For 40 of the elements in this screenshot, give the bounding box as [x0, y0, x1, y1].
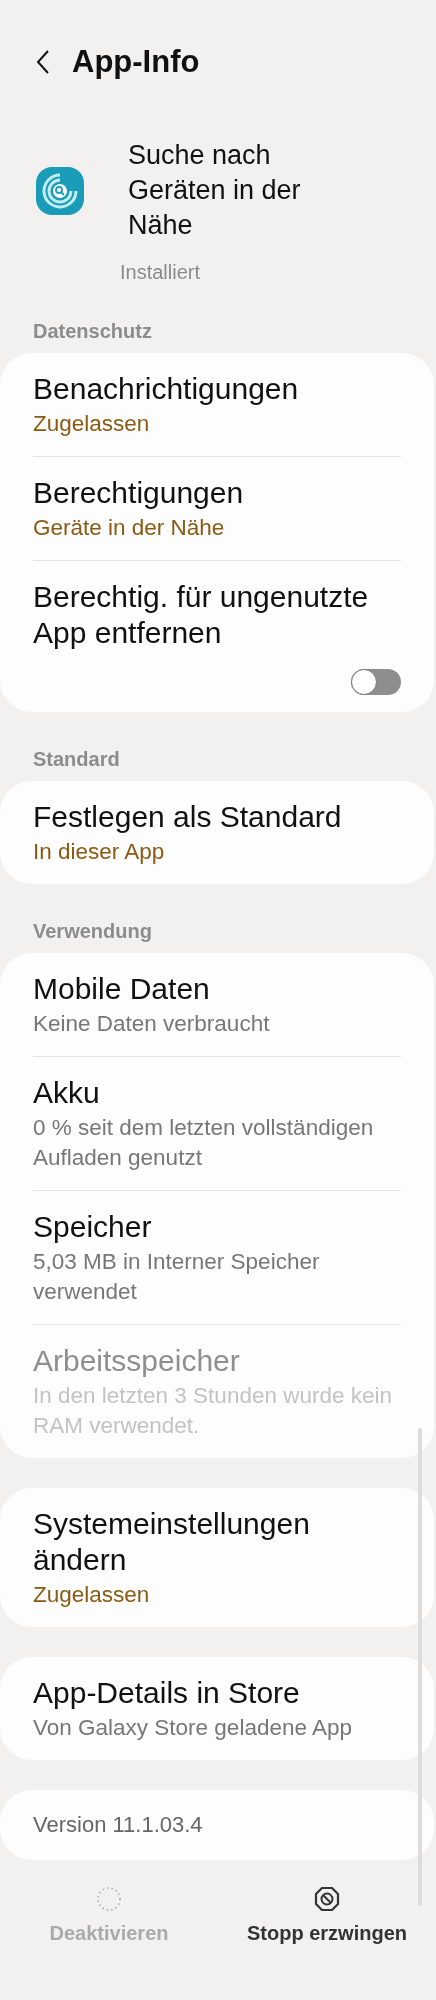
item-title: App-Details in Store: [33, 1675, 301, 1711]
item-title: Berechtig. für ungenutzte App entfernen: [33, 579, 370, 651]
section-heading: Verwendung: [32, 919, 153, 944]
settings-item[interactable]: App-Details in Store Von Galaxy Store geladene App: [33, 1657, 401, 1760]
item-title: Speicher: [33, 1209, 153, 1245]
item-title: Festlegen als Standard: [33, 799, 343, 835]
toggle-switch[interactable]: [351, 669, 401, 695]
item-summary: 5,03 MB in Interner Speicher verwendet: [33, 1248, 321, 1306]
item-summary: In den letzten 3 Stunden wurde kein RAM verwendet.: [33, 1382, 393, 1440]
item-summary: Keine Daten verbraucht: [33, 1010, 271, 1038]
item-summary: 0 % seit dem letzten vollständigen Aufladen genutzt: [33, 1114, 375, 1172]
item-summary: Zugelassen: [33, 1581, 151, 1609]
stop-icon: [314, 1886, 340, 1912]
settings-item[interactable]: Speicher 5,03 MB in Interner Speicher verwendet: [33, 1191, 401, 1324]
app-icon: [35, 165, 85, 216]
item-summary: In dieser App: [33, 838, 166, 866]
item-title: Akku: [33, 1075, 101, 1111]
item-summary: Geräte in der Nähe: [33, 514, 226, 542]
item-title: Mobile Daten: [33, 971, 211, 1007]
section-heading: Datenschutz: [32, 319, 153, 344]
settings-item[interactable]: Systemeinstellungen ändern Zugelassen: [33, 1488, 401, 1627]
install-status: Installiert: [120, 261, 202, 284]
settings-item[interactable]: Berechtigungen Geräte in der Nähe: [33, 457, 401, 560]
item-summary: Zugelassen: [33, 410, 151, 438]
item-title: Benachrichtigungen: [33, 371, 300, 407]
item-summary: Von Galaxy Store geladene App: [33, 1714, 353, 1742]
item-title: Berechtigungen: [33, 475, 245, 511]
page-title: App-Info: [72, 44, 200, 80]
back-icon[interactable]: [36, 49, 50, 75]
app-name: Suche nach Geräten in der Nähe: [128, 139, 302, 242]
settings-item[interactable]: Mobile Daten Keine Daten verbraucht: [33, 953, 401, 1056]
item-title: Arbeitsspeicher: [33, 1343, 241, 1379]
dotted-circle-icon: [96, 1886, 122, 1912]
settings-item[interactable]: Festlegen als Standard In dieser App: [33, 781, 401, 884]
bottom-action-button[interactable]: Stopp erzwingen: [218, 1880, 436, 1951]
section-heading: Standard: [32, 747, 121, 772]
settings-item[interactable]: Benachrichtigungen Zugelassen: [33, 353, 401, 456]
item-title: Systemeinstellungen ändern: [33, 1506, 311, 1578]
settings-item[interactable]: Akku 0 % seit dem letzten vollständigen Aufladen genutzt: [33, 1057, 401, 1190]
version-text: Version 11.1.03.4: [33, 1812, 204, 1838]
